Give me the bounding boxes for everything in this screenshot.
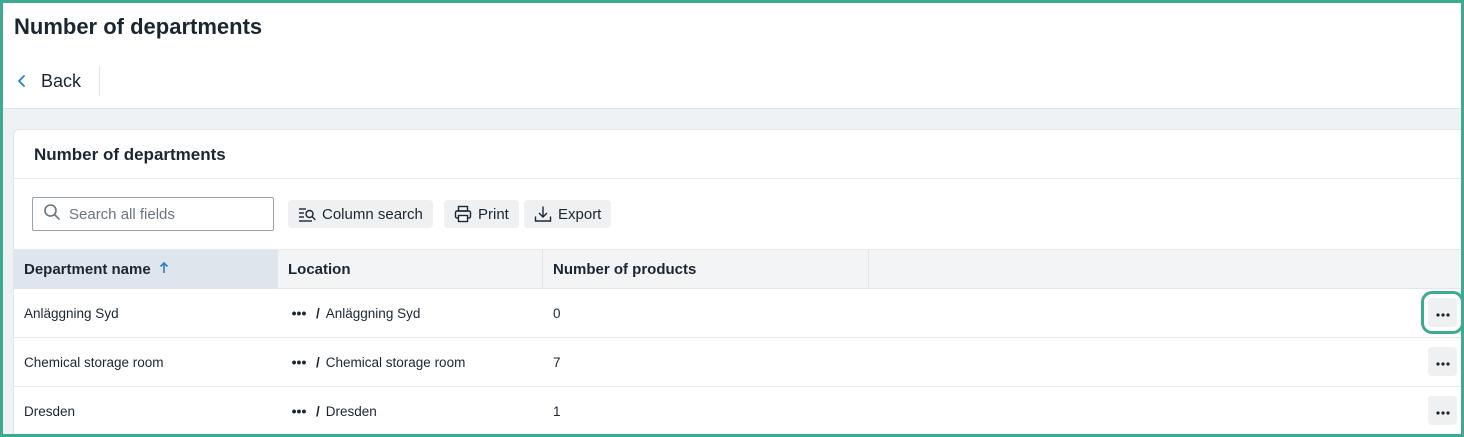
page-header: Number of departments Back bbox=[3, 3, 1461, 109]
row-actions-button[interactable] bbox=[1421, 291, 1461, 334]
cell-location: ••• / Dresden bbox=[278, 387, 377, 434]
arrow-up-icon bbox=[159, 261, 169, 279]
search-icon bbox=[43, 203, 61, 226]
download-icon bbox=[534, 205, 552, 223]
cell-products: 1 bbox=[553, 403, 561, 419]
row-actions-button[interactable] bbox=[1428, 347, 1457, 376]
breadcrumb-separator: / bbox=[316, 305, 320, 321]
cell-department: Chemical storage room bbox=[24, 354, 164, 370]
table-header: Department name Location Number of produ… bbox=[14, 249, 1461, 289]
column-header-location[interactable]: Location bbox=[278, 250, 543, 289]
breadcrumb-separator: / bbox=[316, 403, 320, 419]
column-header-label: Location bbox=[288, 261, 351, 278]
column-header-label: Department name bbox=[24, 261, 151, 278]
export-label: Export bbox=[558, 205, 602, 223]
column-header-number-of-products[interactable]: Number of products bbox=[543, 250, 869, 289]
departments-table: Department name Location Number of produ… bbox=[14, 249, 1461, 434]
content-area: Number of departments Column search bbox=[3, 109, 1461, 434]
breadcrumb-location: Chemical storage room bbox=[325, 354, 466, 370]
back-label: Back bbox=[41, 70, 82, 91]
table-row[interactable]: Dresden ••• / Dresden 1 bbox=[14, 387, 1461, 434]
breadcrumb-more-button[interactable]: ••• bbox=[288, 304, 310, 322]
breadcrumb-separator: / bbox=[316, 354, 320, 370]
cell-department: Dresden bbox=[24, 403, 76, 419]
breadcrumb-more-button[interactable]: ••• bbox=[288, 402, 310, 420]
cell-products: 0 bbox=[553, 305, 561, 321]
column-header-label: Number of products bbox=[553, 261, 697, 278]
table-row[interactable]: Chemical storage room ••• / Chemical sto… bbox=[14, 338, 1461, 387]
page-title: Number of departments bbox=[14, 14, 263, 39]
breadcrumb-more-button[interactable]: ••• bbox=[288, 353, 310, 371]
cell-products: 7 bbox=[553, 354, 561, 370]
column-search-button[interactable]: Column search bbox=[288, 200, 433, 228]
column-search-label: Column search bbox=[322, 205, 423, 223]
header-divider bbox=[99, 66, 100, 96]
print-button[interactable]: Print bbox=[444, 200, 519, 228]
print-label: Print bbox=[478, 205, 509, 223]
card-title: Number of departments bbox=[34, 145, 226, 164]
cell-location: ••• / Anläggning Syd bbox=[278, 289, 421, 337]
breadcrumb-location: Dresden bbox=[325, 403, 377, 419]
breadcrumb-location: Anläggning Syd bbox=[325, 305, 421, 321]
search-input[interactable] bbox=[69, 205, 259, 223]
more-horizontal-icon bbox=[1435, 304, 1450, 322]
table-row[interactable]: Anläggning Syd ••• / Anläggning Syd 0 bbox=[14, 289, 1461, 338]
search-field[interactable] bbox=[32, 197, 274, 231]
printer-icon bbox=[454, 205, 472, 223]
departments-card: Number of departments Column search bbox=[13, 129, 1461, 434]
more-horizontal-icon bbox=[1435, 353, 1450, 371]
cell-location: ••• / Chemical storage room bbox=[278, 338, 466, 386]
app-window: Number of departments Back Number of dep… bbox=[0, 0, 1464, 437]
more-horizontal-icon bbox=[1435, 402, 1450, 420]
back-button[interactable]: Back bbox=[17, 67, 81, 95]
chevron-left-icon bbox=[17, 74, 27, 88]
cell-department: Anläggning Syd bbox=[24, 305, 119, 321]
card-divider bbox=[14, 178, 1461, 179]
row-actions-button[interactable] bbox=[1428, 396, 1457, 425]
column-header-department-name[interactable]: Department name bbox=[14, 250, 278, 289]
export-button[interactable]: Export bbox=[524, 200, 612, 228]
column-search-icon bbox=[298, 206, 316, 222]
